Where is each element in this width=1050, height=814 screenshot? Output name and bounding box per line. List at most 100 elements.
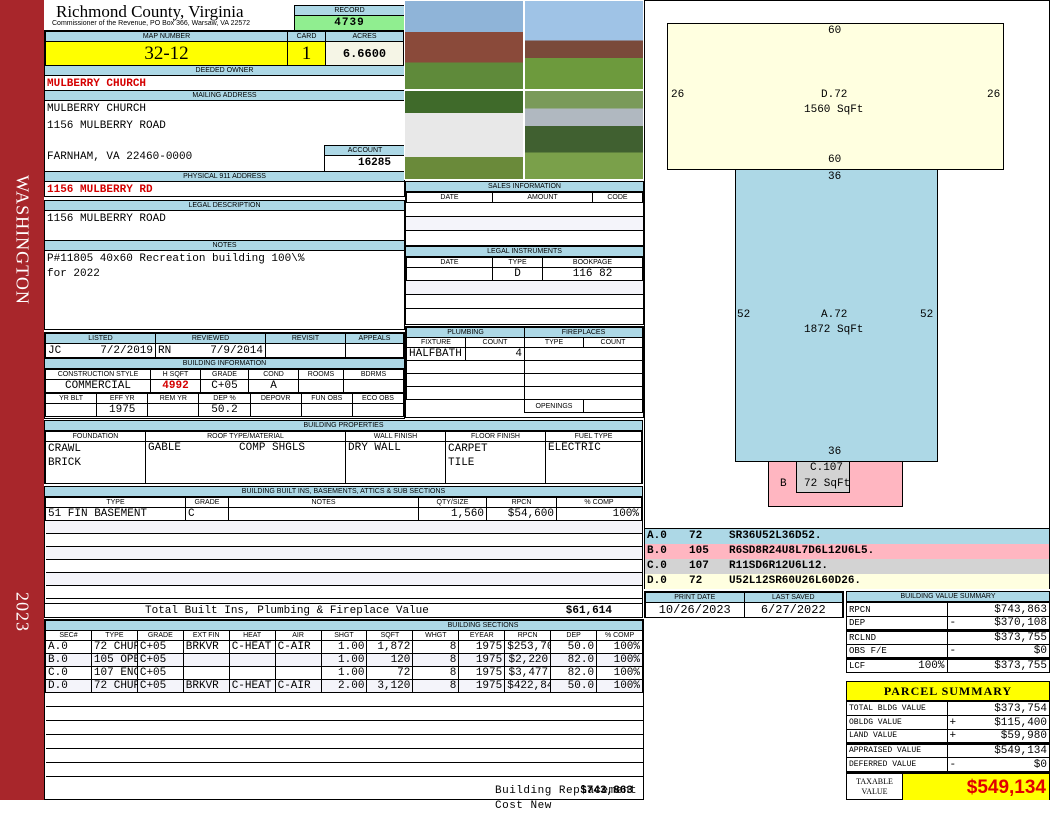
- h: DEPOVR: [249, 393, 302, 404]
- row-label: OBLDG VALUE: [847, 715, 948, 730]
- map-label: MAP NUMBER: [45, 31, 288, 42]
- cell: 8: [412, 666, 460, 680]
- cell: 72: [366, 666, 414, 680]
- value: $0: [1033, 758, 1047, 771]
- h: DEP %: [198, 393, 251, 404]
- grade: C+05: [200, 379, 249, 393]
- sales-label: SALES INFORMATION: [406, 182, 643, 192]
- cell: 72 CHURCH: [90, 679, 138, 693]
- dim-label: 36: [828, 171, 842, 183]
- h: WALL FINISH: [345, 431, 446, 442]
- section-c-area: 72 SqFt: [804, 478, 851, 490]
- cell: A.0: [45, 640, 92, 654]
- blank-cell: [45, 533, 642, 547]
- section-a-area: 1872 SqFt: [804, 324, 864, 336]
- blank-cell: [45, 559, 642, 573]
- cell: C+05: [136, 653, 184, 667]
- h: FOUNDATION: [45, 431, 146, 442]
- dim-label: 26: [671, 89, 685, 101]
- blank-row: [45, 748, 643, 763]
- h: RPCN: [486, 497, 557, 508]
- cell: $2,220: [504, 653, 552, 667]
- cell: C-AIR: [274, 640, 322, 654]
- blank-cell: [45, 546, 642, 560]
- h: DATE: [406, 192, 493, 203]
- fireplaces-label: FIREPLACES: [524, 327, 643, 338]
- cell: 3,120: [366, 679, 414, 693]
- cell: 100%: [596, 653, 643, 667]
- map-card-acres: MAP NUMBER CARD ACRES 32-12 1 6.6600: [44, 30, 405, 66]
- acres-value: 6.6600: [325, 41, 404, 66]
- label-cell: OBS F/E: [847, 644, 948, 659]
- cell: 8: [412, 679, 460, 693]
- legend-section: B.0: [647, 545, 667, 557]
- legend-path: U52L12SR60U26L60D26.: [729, 575, 862, 587]
- property-photos: [404, 0, 644, 180]
- cell: [274, 666, 322, 680]
- value-cell: + $59,980: [946, 729, 1049, 744]
- condition: A: [248, 379, 299, 393]
- photo-church-front[interactable]: [404, 0, 524, 90]
- h: FUEL TYPE: [545, 431, 642, 442]
- cell: 72 CHURCH: [90, 640, 138, 654]
- cell: 50.0: [550, 640, 598, 654]
- account-number: 16285: [357, 157, 391, 169]
- cell: [182, 666, 230, 680]
- h: YR BLT: [44, 393, 98, 404]
- section-c-label: C.107: [810, 462, 844, 474]
- taxable-value: $549,134: [903, 774, 1049, 800]
- blank-row: [45, 533, 642, 547]
- h: GRADE: [136, 630, 184, 641]
- section-b-label: B: [780, 478, 787, 490]
- photo-church-steeple[interactable]: [524, 0, 644, 90]
- openings-label: OPENINGS: [524, 399, 584, 413]
- h: % COMP: [596, 630, 643, 641]
- h: SHGT: [320, 630, 368, 641]
- cell: C: [185, 507, 229, 521]
- legend-section: A.0: [647, 530, 667, 542]
- blank-row: [45, 520, 642, 534]
- cell: 1975: [458, 653, 506, 667]
- cell: C+05: [136, 679, 184, 693]
- card-number: 1: [287, 41, 326, 66]
- section-a-label: A.72: [821, 309, 848, 321]
- cell: 100%: [556, 507, 642, 521]
- print-date-label: PRINT DATE: [645, 592, 745, 603]
- row-pct: 100%: [918, 660, 945, 672]
- building-value-summary: BUILDING VALUE SUMMARY RPCN $743,863 DEP - $…: [846, 591, 1050, 673]
- h: SQFT: [366, 630, 414, 641]
- notes-line1: P#11805 40x60 Recreation building 100\%: [47, 253, 305, 265]
- listed-section: LISTED REVIEWED REVISIT APPEALS JC 7/2/2019 R…: [44, 332, 405, 358]
- sign: +: [949, 730, 957, 743]
- last-saved-label: LAST SAVED: [743, 592, 843, 603]
- foundation: CRAWL: [48, 443, 82, 455]
- plumbing-fixture: HALFBATH: [406, 347, 466, 361]
- cell: [228, 507, 419, 521]
- h: EFF YR: [96, 393, 149, 404]
- blank-row: [45, 706, 643, 721]
- dim-label: 60: [828, 154, 842, 166]
- revisit-h: REVISIT: [265, 333, 346, 344]
- legend-code: 72: [689, 530, 703, 542]
- photo-shed[interactable]: [404, 90, 524, 180]
- blank-row: [45, 720, 643, 735]
- cell: 100%: [596, 640, 643, 654]
- legend-row: A.0 72 SR36U52L36D52.: [645, 529, 1049, 544]
- value: $373,755: [994, 632, 1047, 644]
- cell: $3,477: [504, 666, 552, 680]
- appeals-h: APPEALS: [345, 333, 404, 344]
- account-label: ACCOUNT: [325, 146, 405, 156]
- wall-finish: DRY WALL: [345, 441, 446, 484]
- photo-carport[interactable]: [524, 90, 644, 180]
- legend-path: R11SD6R12U6L12.: [729, 560, 829, 572]
- notes-section: NOTES P#11805 40x60 Recreation building …: [44, 240, 405, 330]
- row-label: LCF: [849, 661, 866, 672]
- h: RPCN: [504, 630, 552, 641]
- h: GRADE: [200, 369, 249, 380]
- section-row: C.0107 ENCLOSED PORCHC+05 1.007281975$3,4…: [45, 666, 643, 680]
- row-label: DEFERRED VALUE: [847, 757, 948, 772]
- dim-label: 52: [737, 309, 751, 321]
- cell: 1.00: [320, 653, 368, 667]
- building-sketch[interactable]: 60 26 26 D.72 1560 SqFt 60 36 52 52 A.72…: [644, 0, 1050, 529]
- sign: -: [949, 758, 957, 771]
